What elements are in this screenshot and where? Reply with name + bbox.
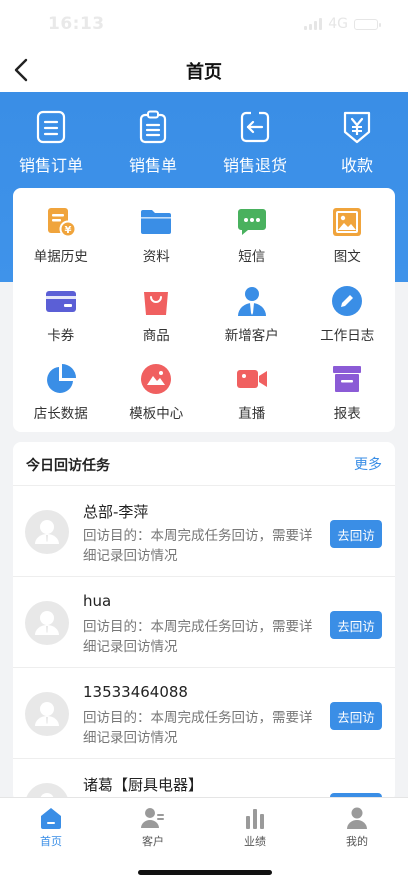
avatar: [25, 692, 69, 736]
network-label: 4G: [328, 16, 348, 32]
signal-icon: [304, 18, 323, 30]
grid-item-reports[interactable]: 报表: [300, 353, 396, 427]
yen-icon: [343, 111, 371, 144]
section-title: 今日回访任务: [26, 458, 110, 474]
more-link[interactable]: 更多: [354, 454, 382, 474]
list-item[interactable]: 13533464088 回访目的：本周完成任务回访，需要详细记录回访情况 去回访: [13, 668, 395, 759]
home-indicator-area: [0, 851, 408, 883]
visit-button[interactable]: 去回访: [330, 702, 382, 730]
grid-item-add-customer[interactable]: 新增客户: [204, 275, 300, 349]
add-customer-icon: [237, 286, 266, 316]
grid-label: 商品: [142, 327, 170, 344]
pie-chart-icon: [46, 364, 76, 394]
grid-label: 模板中心: [129, 406, 184, 423]
feature-grid: ¥ 单据历史 资料 短信 图文 卡券 商品 新增客户 工作日志 店长数据 模板中…: [13, 188, 395, 432]
grid-label: 单据历史: [33, 249, 88, 265]
svg-text:¥: ¥: [64, 225, 71, 236]
grid-item-template-center[interactable]: 模板中心: [109, 353, 205, 427]
template-icon: [141, 364, 172, 395]
battery-icon: [354, 18, 381, 30]
quick-action-sales-order[interactable]: 销售订单: [0, 110, 102, 176]
list-item[interactable]: 诸葛【厨具电器】 去回访: [13, 759, 395, 802]
message-icon: [237, 209, 266, 235]
user-placeholder-icon: [35, 611, 59, 635]
customer-name: 诸葛【厨具电器】: [83, 776, 204, 794]
quick-action-label: 收款: [340, 156, 373, 175]
tab-customers[interactable]: 客户: [102, 798, 204, 851]
grid-item-live[interactable]: 直播: [204, 353, 300, 427]
profile-icon: [347, 807, 367, 829]
tab-home[interactable]: 首页: [0, 798, 102, 851]
grid-label: 店长数据: [33, 406, 88, 423]
user-placeholder-icon: [35, 702, 59, 726]
visit-purpose: 回访目的：本周完成任务回访，需要详细记录回访情况: [83, 528, 313, 564]
customer-name: hua: [83, 592, 112, 610]
avatar: [25, 601, 69, 645]
status-bar: 16:13 4G: [0, 0, 408, 48]
tab-profile[interactable]: 我的: [306, 798, 408, 851]
list-item[interactable]: 总部-李萍 回访目的：本周完成任务回访，需要详细记录回访情况 去回访: [13, 486, 395, 577]
grid-item-document-history[interactable]: ¥ 单据历史: [13, 196, 109, 270]
bar-chart-icon: [246, 809, 264, 829]
quick-actions: 销售订单 销售单 销售退货 收款: [0, 110, 408, 176]
list-item[interactable]: hua 回访目的：本周完成任务回访，需要详细记录回访情况 去回访: [13, 577, 395, 668]
visit-tasks-header: 今日回访任务 更多: [13, 442, 395, 486]
return-icon: [240, 111, 270, 143]
visit-tasks-card: 今日回访任务 更多 总部-李萍 回访目的：本周完成任务回访，需要详细记录回访情况…: [13, 442, 395, 802]
pencil-icon: [332, 285, 363, 316]
video-icon: [236, 370, 267, 389]
visit-purpose: 回访目的：本周完成任务回访，需要详细记录回访情况: [83, 710, 313, 746]
quick-action-label: 销售订单: [18, 156, 83, 175]
visit-purpose: 回访目的：本周完成任务回访，需要详细记录回访情况: [83, 619, 313, 655]
avatar: [25, 510, 69, 554]
report-icon: [333, 366, 362, 393]
order-icon: [36, 110, 66, 144]
document-history-icon: ¥: [47, 208, 77, 238]
customer-name: 总部-李萍: [83, 503, 149, 521]
tab-label: 首页: [40, 835, 62, 848]
status-time: 16:13: [48, 14, 105, 34]
home-indicator[interactable]: [138, 870, 272, 875]
grid-item-sms[interactable]: 短信: [204, 196, 300, 270]
grid-item-materials[interactable]: 资料: [109, 196, 205, 270]
clipboard-icon: [139, 110, 167, 144]
grid-item-coupons[interactable]: 卡券: [13, 275, 109, 349]
customer-name: 13533464088: [83, 683, 188, 701]
card-icon: [45, 290, 76, 312]
grid-item-products[interactable]: 商品: [109, 275, 205, 349]
grid-label: 资料: [142, 249, 170, 265]
visit-button[interactable]: 去回访: [330, 611, 382, 639]
page-title: 首页: [186, 62, 222, 83]
quick-action-sales-return[interactable]: 销售退货: [204, 110, 306, 176]
tab-performance[interactable]: 业绩: [204, 798, 306, 851]
grid-item-manager-data[interactable]: 店长数据: [13, 353, 109, 427]
quick-action-sales-slip[interactable]: 销售单: [102, 110, 204, 176]
tab-label: 业绩: [244, 835, 266, 848]
grid-label: 短信: [238, 249, 266, 265]
shopping-bag-icon: [144, 291, 169, 315]
grid-item-image-text[interactable]: 图文: [300, 196, 396, 270]
grid-label: 新增客户: [224, 327, 279, 344]
grid-item-work-log[interactable]: 工作日志: [300, 275, 396, 349]
tab-bar: 首页 客户 业绩 我的: [0, 797, 408, 851]
status-indicators: 4G: [304, 16, 381, 32]
grid-label: 工作日志: [320, 327, 375, 344]
visit-button[interactable]: 去回访: [330, 520, 382, 548]
tab-label: 客户: [142, 835, 164, 848]
user-placeholder-icon: [35, 520, 59, 544]
quick-action-label: 销售单: [128, 156, 177, 175]
grid-label: 直播: [238, 406, 266, 423]
grid-label: 报表: [333, 406, 361, 423]
nav-bar: 首页: [0, 48, 408, 92]
customer-icon: [141, 808, 164, 828]
grid-label: 卡券: [47, 327, 75, 344]
quick-action-label: 销售退货: [222, 156, 287, 175]
quick-action-collection[interactable]: 收款: [306, 110, 408, 176]
grid-label: 图文: [333, 249, 361, 265]
image-icon: [333, 208, 362, 236]
folder-icon: [141, 210, 172, 234]
home-icon: [41, 808, 61, 829]
tab-label: 我的: [346, 835, 368, 848]
